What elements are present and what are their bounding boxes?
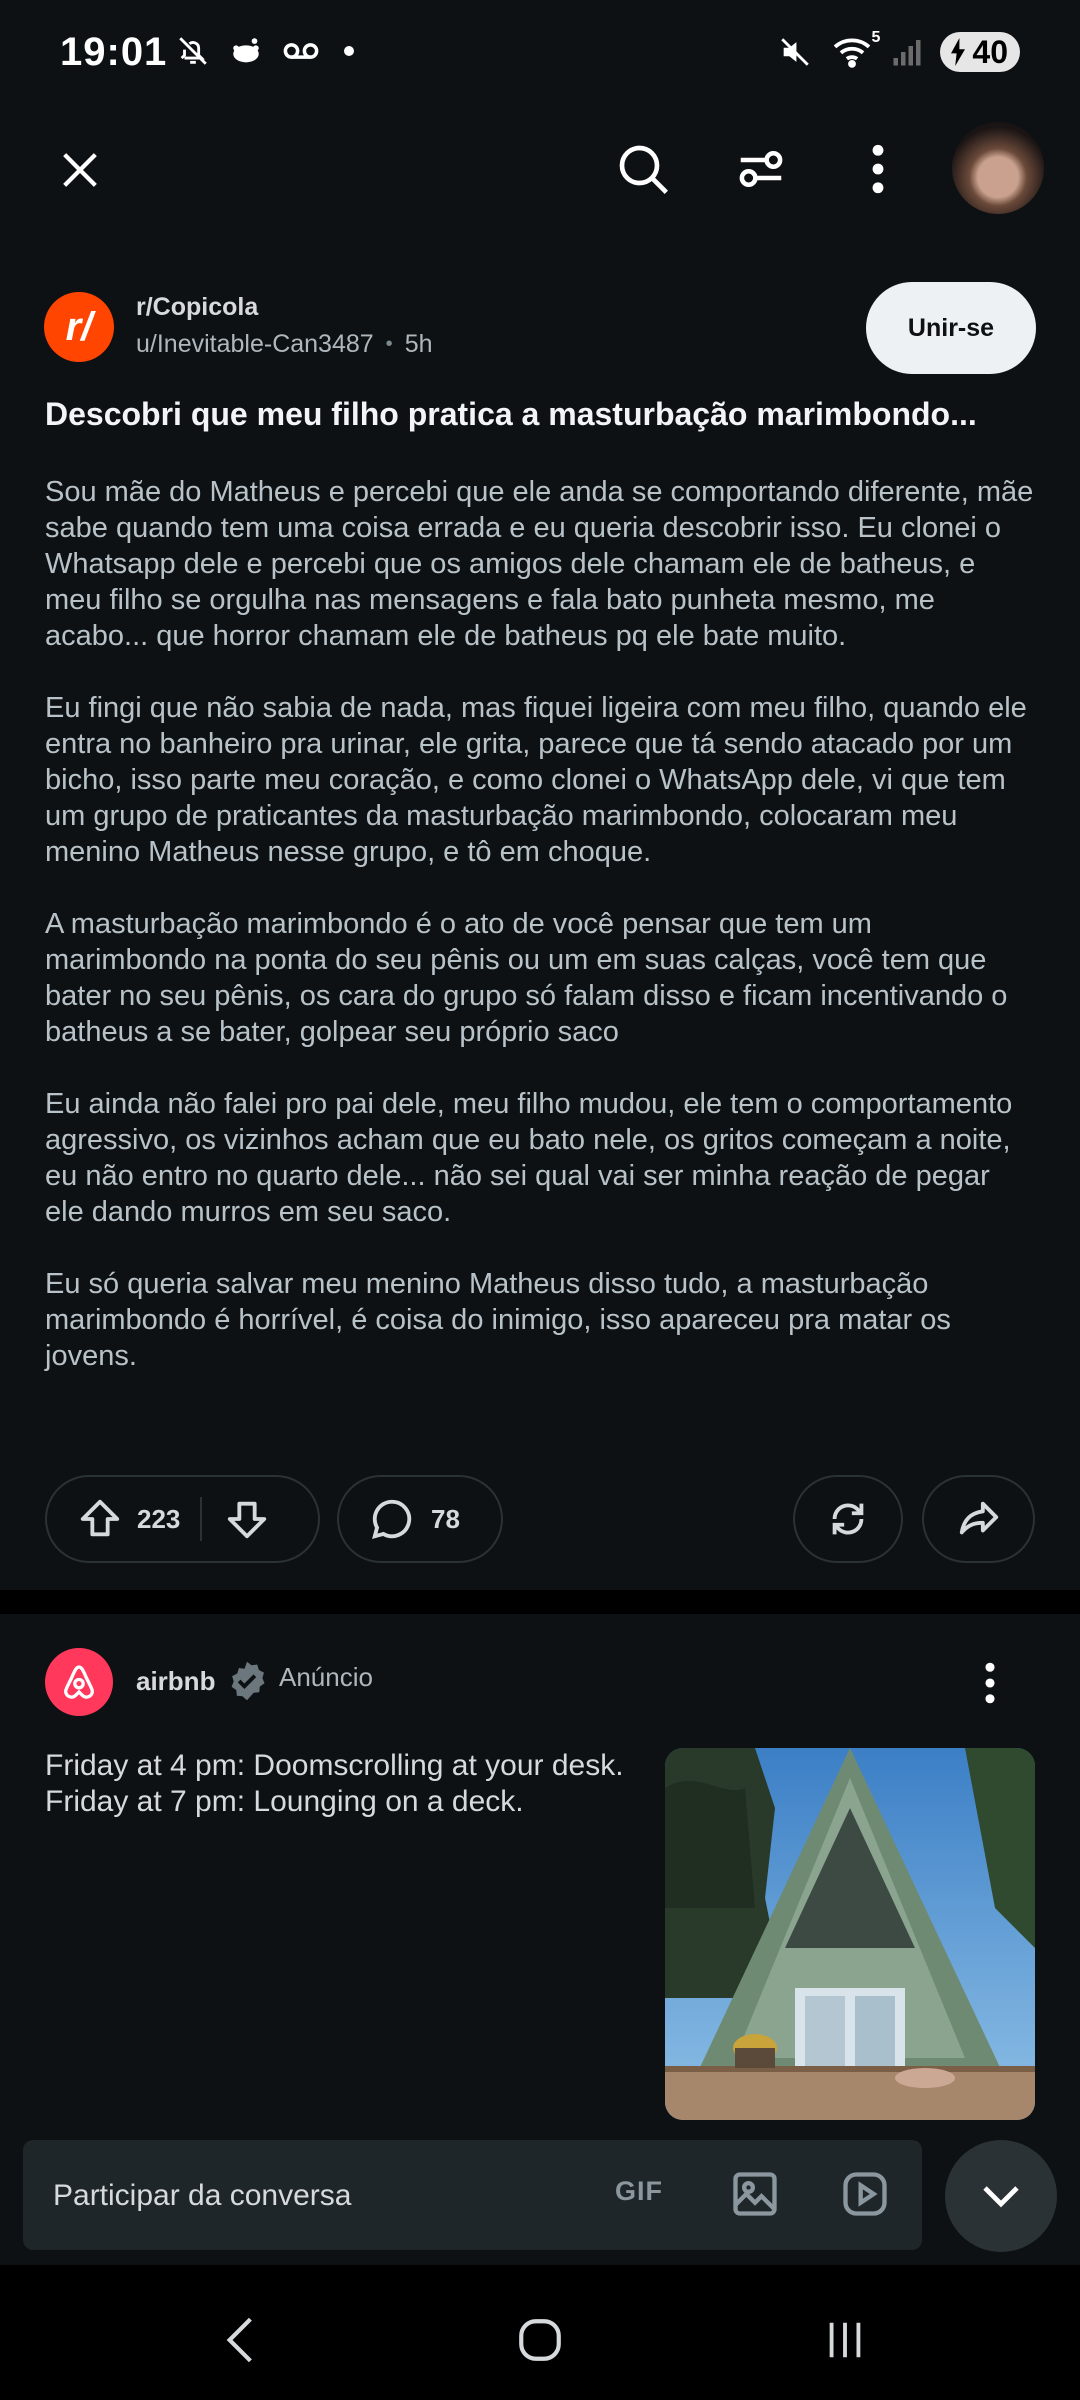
post-paragraph: Eu fingi que não sabia de nada, mas fiqu…: [45, 692, 1027, 868]
downvote-icon[interactable]: [224, 1496, 270, 1542]
filter-icon: [739, 151, 783, 187]
dot-icon: [344, 46, 354, 56]
battery-indicator: 40: [940, 32, 1020, 72]
join-button[interactable]: Unir-se: [866, 282, 1036, 374]
feed-divider: [0, 1590, 1080, 1614]
back-icon: [226, 2317, 252, 2363]
verified-badge: [226, 1660, 268, 1707]
status-time: 19:01: [60, 30, 168, 74]
vote-count: 223: [137, 1503, 181, 1534]
more-options-button[interactable]: [848, 136, 908, 202]
status-right-icons: 5 40: [778, 29, 1020, 72]
post-meta: u/Inevitable-Can3487 • 5h: [136, 330, 433, 359]
post-paragraph: Eu ainda não falei pro pai dele, meu fil…: [45, 1088, 1013, 1228]
system-nav-bar: [0, 2265, 1080, 2400]
more-vertical-icon: [985, 1662, 995, 1704]
status-bar: 19:01 5 40: [0, 0, 1080, 110]
post-paragraph: Eu só queria salvar meu menino Matheus d…: [45, 1268, 951, 1372]
subreddit-name[interactable]: r/Copicola: [136, 293, 258, 322]
user-avatar[interactable]: [952, 122, 1044, 214]
subreddit-logo[interactable]: r/: [44, 292, 114, 362]
nav-recents-button[interactable]: [815, 2310, 875, 2370]
post-time: 5h: [404, 330, 433, 358]
vote-divider: [200, 1497, 203, 1541]
nav-home-button[interactable]: [510, 2310, 570, 2370]
status-left-icons: [176, 34, 354, 68]
wifi-label: 5: [871, 29, 881, 46]
reddit-alien-icon: [233, 38, 259, 63]
battery-level: 40: [972, 33, 1008, 70]
notifications-off-icon: [179, 37, 207, 65]
subreddit-logo-text: r/: [65, 304, 93, 349]
mute-icon: [781, 38, 810, 66]
close-icon: [63, 153, 97, 187]
search-button[interactable]: [610, 136, 676, 202]
nav-back-button[interactable]: [210, 2310, 270, 2370]
close-button[interactable]: [50, 140, 110, 200]
post-paragraph: A masturbação marimbondo é o ato de você…: [45, 908, 1008, 1048]
post-author[interactable]: u/Inevitable-Can3487: [136, 330, 374, 359]
post-body: Sou mãe do Matheus e percebi que ele and…: [45, 474, 1035, 1410]
video-icon: [843, 2172, 887, 2216]
crosspost-button[interactable]: [793, 1475, 903, 1563]
wifi-icon: 5: [830, 29, 880, 69]
ad-text: Friday at 4 pm: Doomscrolling at your de…: [45, 1749, 624, 1818]
image-icon: [733, 2172, 777, 2216]
airbnb-icon: [63, 1665, 95, 1699]
post-title: Descobri que meu filho pratica a masturb…: [45, 396, 977, 432]
airbnb-logo[interactable]: [45, 1648, 113, 1716]
meta-separator: •: [385, 333, 393, 355]
post-paragraph: Sou mãe do Matheus e percebi que ele and…: [45, 476, 1034, 652]
home-icon: [519, 2319, 561, 2361]
a-frame-cabin-image: [665, 1748, 1035, 2120]
share-button[interactable]: [922, 1475, 1035, 1563]
voicemail-icon: [283, 43, 319, 59]
search-icon: [619, 145, 668, 194]
collapse-button[interactable]: [945, 2140, 1057, 2252]
advertiser-name[interactable]: airbnb: [136, 1666, 215, 1697]
verified-icon: [231, 1661, 265, 1701]
image-button[interactable]: [729, 2168, 781, 2225]
comment-icon: [372, 1499, 412, 1539]
comments-button[interactable]: 78: [337, 1475, 503, 1563]
comment-count: 78: [431, 1503, 460, 1534]
ad-image[interactable]: [665, 1748, 1035, 2120]
gif-button[interactable]: GIF: [615, 2176, 663, 2207]
recents-icon: [829, 2322, 861, 2358]
ad-label: Anúncio: [279, 1662, 373, 1692]
more-vertical-icon: [872, 144, 884, 194]
upvote-icon[interactable]: [77, 1496, 123, 1542]
crosspost-icon: [832, 1503, 864, 1535]
ad-more-button[interactable]: [975, 1658, 1005, 1708]
chevron-down-icon: [983, 2186, 1019, 2208]
filter-button[interactable]: [728, 136, 794, 202]
comment-input[interactable]: [51, 2170, 575, 2222]
signal-icon: [893, 40, 921, 66]
comment-composer: GIF: [23, 2140, 922, 2250]
video-button[interactable]: [839, 2168, 891, 2225]
vote-control: 223: [45, 1475, 320, 1563]
charging-bolt-icon: [951, 38, 966, 66]
share-icon: [959, 1501, 998, 1535]
